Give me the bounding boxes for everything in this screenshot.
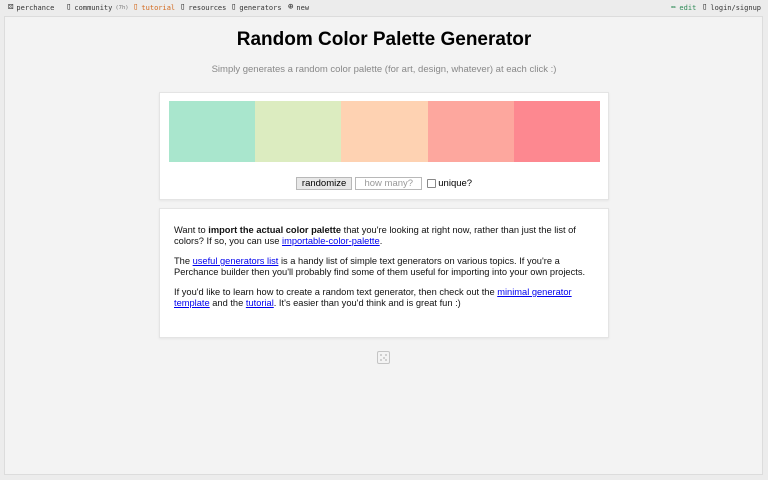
- nav-resources-label: resources: [188, 3, 227, 12]
- nav-generators-label: generators: [239, 3, 282, 12]
- color-swatch: [341, 101, 428, 162]
- nav-tutorial[interactable]: ▯ tutorial: [133, 3, 175, 12]
- dice-pip: [382, 356, 385, 359]
- nav-tutorial-label: tutorial: [141, 3, 176, 12]
- page-title: Random Color Palette Generator: [236, 29, 532, 50]
- info-paragraph-import: Want to import the actual color palette …: [174, 225, 592, 246]
- nav-community[interactable]: ▯ community (7h): [66, 3, 129, 12]
- dice-pip: [385, 354, 387, 356]
- nav-brand-label: perchance: [16, 3, 55, 12]
- dice-pip: [380, 359, 382, 361]
- top-nav-bar: ⚄ perchance ▯ community (7h) ▯ tutorial …: [0, 0, 768, 16]
- pencil-icon: ✏: [671, 2, 677, 12]
- color-swatch: [255, 101, 342, 162]
- color-swatch: [169, 101, 256, 162]
- nav-home[interactable]: ⚄ perchance: [8, 3, 54, 12]
- nav-login[interactable]: ▯ login/signup: [702, 3, 761, 12]
- info-paragraph-useful: The useful generators list is a handy li…: [174, 256, 592, 277]
- info-text: Want to import the actual color palette …: [174, 225, 592, 318]
- nav-new[interactable]: ⊕ new: [288, 3, 309, 12]
- text-span: The: [174, 256, 193, 266]
- randomize-button[interactable]: randomize: [295, 176, 353, 190]
- text-span: .: [379, 235, 383, 246]
- importable-color-palette-link[interactable]: importable-color-palette: [282, 236, 380, 246]
- nav-edit-label: edit: [679, 3, 697, 12]
- dice-pip: [385, 359, 387, 361]
- page-subtitle: Simply generates a random color palette …: [211, 64, 557, 75]
- color-swatch: [427, 101, 514, 162]
- unique-label: unique?: [438, 177, 473, 189]
- generators-icon: ▯: [231, 2, 237, 12]
- nav-generators[interactable]: ▯ generators: [231, 3, 282, 12]
- dice-icon[interactable]: [377, 351, 390, 364]
- book-icon: ▯: [133, 2, 139, 12]
- plus-circle-icon: ⊕: [288, 2, 294, 12]
- nav-community-label: community: [74, 3, 113, 12]
- how-many-input[interactable]: [355, 176, 423, 190]
- info-card: Want to import the actual color palette …: [159, 208, 609, 338]
- info-paragraph-learn: If you'd like to learn how to create a r…: [174, 287, 592, 308]
- user-icon: ▯: [702, 2, 708, 12]
- useful-generators-link[interactable]: useful generators list: [193, 256, 279, 266]
- color-swatch: [513, 101, 601, 162]
- palette-controls: randomize unique?: [160, 176, 608, 190]
- chat-icon: ▯: [66, 2, 72, 12]
- bold-text: import the actual color palette: [208, 225, 342, 235]
- nav-login-label: login/signup: [710, 3, 761, 12]
- text-span: If you'd like to learn how to create a r…: [174, 287, 498, 297]
- text-span: . It's easier than you'd think and is gr…: [273, 297, 461, 308]
- tutorial-link[interactable]: tutorial: [246, 298, 274, 308]
- nav-resources[interactable]: ▯ resources: [180, 3, 226, 12]
- text-span: and the: [209, 297, 246, 308]
- nav-edit[interactable]: ✏ edit: [671, 3, 696, 12]
- text-span: Want to: [174, 225, 209, 235]
- nav-new-label: new: [296, 3, 310, 12]
- dice-pip: [380, 354, 382, 356]
- palette-card: randomize unique?: [159, 92, 609, 200]
- resources-icon: ▯: [180, 2, 186, 12]
- dice-logo-icon: ⚄: [8, 2, 14, 12]
- palette-swatches: [169, 101, 601, 162]
- community-count: (7h): [115, 4, 129, 11]
- unique-checkbox[interactable]: [427, 178, 437, 188]
